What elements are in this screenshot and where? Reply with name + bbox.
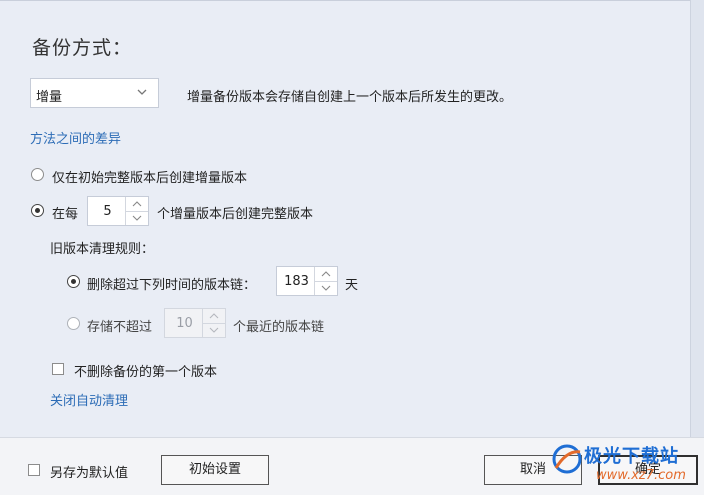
save-as-default-checkbox[interactable]: [28, 464, 40, 476]
keep-recent-stepper[interactable]: 10: [164, 308, 226, 338]
full-every-value: 5: [103, 204, 112, 219]
top-border: [0, 0, 704, 1]
full-every-prefix: 在每: [52, 207, 79, 222]
radio-keep-recent-chains[interactable]: [67, 317, 80, 330]
right-edge-panel: [690, 0, 704, 437]
radio-incremental-only[interactable]: [31, 168, 44, 181]
chevron-up-icon[interactable]: [203, 309, 225, 324]
chevron-down-icon[interactable]: [203, 323, 225, 337]
backup-method-select[interactable]: 增量: [30, 78, 159, 108]
keep-first-version-label: 不删除备份的第一个版本: [74, 365, 218, 380]
chevron-down-icon: [137, 89, 147, 95]
chevron-down-icon[interactable]: [315, 281, 337, 295]
radio-incremental-only-label: 仅在初始完整版本后创建增量版本: [52, 171, 248, 186]
full-every-stepper[interactable]: 5: [87, 196, 149, 226]
watermark-brand: 极光下载站: [584, 446, 679, 467]
full-every-suffix: 个增量版本后创建完整版本: [157, 207, 314, 222]
chevron-up-icon[interactable]: [126, 197, 148, 212]
site-watermark: 极光下载站 www.xz7.com: [548, 440, 704, 494]
chevron-up-icon[interactable]: [315, 267, 337, 282]
stepper-buttons: [202, 309, 225, 337]
watermark-url: www.xz7.com: [596, 468, 686, 483]
stepper-buttons: [314, 267, 337, 295]
days-unit: 天: [345, 278, 359, 293]
watermark-logo-icon: [552, 444, 582, 474]
backup-method-value: 增量: [36, 90, 63, 105]
disable-auto-cleanup-link[interactable]: 关闭自动清理: [50, 390, 128, 409]
keep-recent-suffix: 个最近的版本链: [233, 320, 325, 335]
method-description: 增量备份版本会存储自创建上一个版本后所发生的更改。: [187, 90, 513, 105]
keep-first-version-checkbox[interactable]: [52, 363, 64, 375]
save-as-default-label: 另存为默认值: [50, 466, 129, 481]
radio-full-every-n[interactable]: [31, 204, 44, 217]
initial-settings-button[interactable]: 初始设置: [161, 455, 269, 485]
chevron-down-icon[interactable]: [126, 211, 148, 225]
keep-recent-prefix: 存储不超过: [87, 320, 153, 335]
delete-older-label: 删除超过下列时间的版本链：: [87, 278, 257, 293]
delete-days-stepper[interactable]: 183: [276, 266, 338, 296]
radio-delete-older-chains[interactable]: [67, 275, 80, 288]
delete-days-value: 183: [284, 274, 309, 289]
method-diff-link[interactable]: 方法之间的差异: [30, 128, 121, 147]
stepper-buttons: [125, 197, 148, 225]
keep-recent-value: 10: [176, 316, 193, 331]
page-title: 备份方式：: [32, 37, 133, 59]
cleanup-heading: 旧版本清理规则：: [50, 242, 155, 257]
